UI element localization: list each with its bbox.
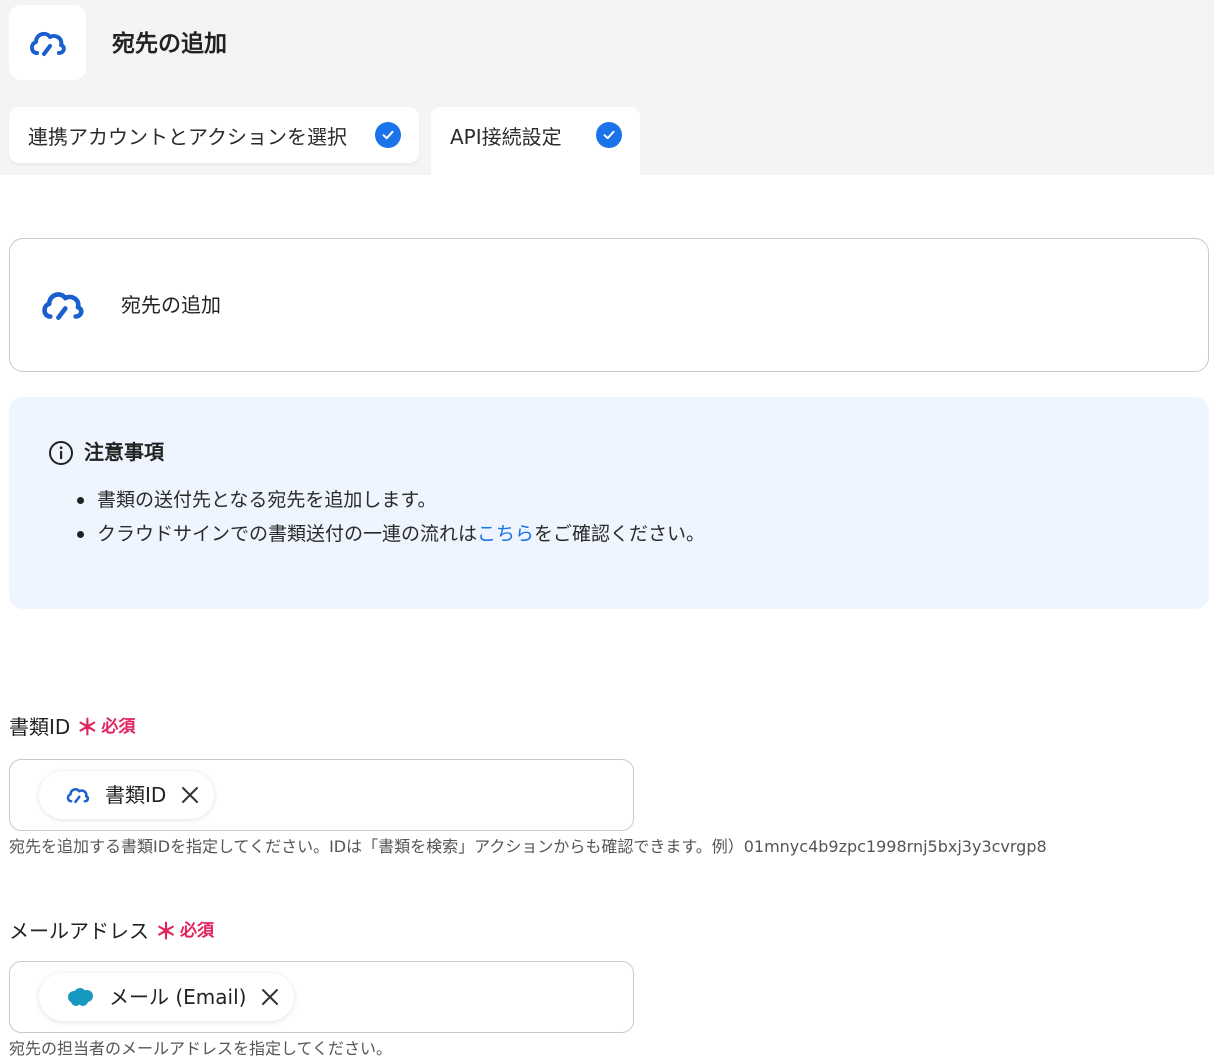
tab-label: API接続設定: [450, 124, 562, 149]
document-id-chip[interactable]: 書類ID: [39, 771, 215, 819]
action-card: 宛先の追加: [9, 238, 1209, 372]
salesforce-cloud-icon: [68, 988, 93, 1006]
chip-label: メール (Email): [109, 985, 247, 1009]
notice-box: 注意事項 書類の送付先となる宛先を追加します。 クラウドサインでの書類送付の一連…: [9, 397, 1209, 609]
notice-list: 書類の送付先となる宛先を追加します。 クラウドサインでの書類送付の一連の流れはこ…: [77, 483, 705, 551]
check-circle-icon: [596, 122, 622, 148]
document-id-label: 書類ID ＊ 必須: [9, 715, 136, 741]
email-help: 宛先の担当者のメールアドレスを指定してください。: [9, 1039, 393, 1058]
cloudsign-icon: [42, 292, 84, 320]
document-id-field[interactable]: 書類ID: [9, 759, 634, 831]
list-item: 書類の送付先となる宛先を追加します。: [77, 483, 705, 517]
tab-api-settings[interactable]: API接続設定: [431, 107, 640, 175]
cloudsign-icon: [66, 788, 90, 804]
document-id-help: 宛先を追加する書類IDを指定してください。IDは「書類を検索」アクションからも確…: [9, 837, 1047, 856]
list-item: クラウドサインでの書類送付の一連の流れはこちらをご確認ください。: [77, 517, 705, 551]
close-icon[interactable]: [180, 785, 200, 805]
chip-label: 書類ID: [105, 783, 167, 807]
email-field[interactable]: メール (Email): [9, 961, 634, 1033]
tab-label: 連携アカウントとアクションを選択: [28, 124, 347, 149]
here-link[interactable]: こちら: [477, 523, 534, 545]
cloudsign-icon: [29, 31, 66, 56]
tab-select-account-action[interactable]: 連携アカウントとアクションを選択: [9, 107, 419, 163]
required-badge: ＊ 必須: [155, 920, 215, 945]
app-logo-tile: [9, 5, 86, 80]
required-badge: ＊ 必須: [76, 716, 136, 741]
email-chip[interactable]: メール (Email): [39, 973, 295, 1021]
email-label: メールアドレス ＊ 必須: [9, 919, 215, 945]
check-circle-icon: [375, 122, 401, 148]
page-title: 宛先の追加: [112, 31, 227, 57]
notice-title: 注意事項: [84, 440, 164, 464]
action-card-label: 宛先の追加: [121, 293, 221, 317]
info-icon: [49, 441, 73, 465]
close-icon[interactable]: [260, 987, 280, 1007]
